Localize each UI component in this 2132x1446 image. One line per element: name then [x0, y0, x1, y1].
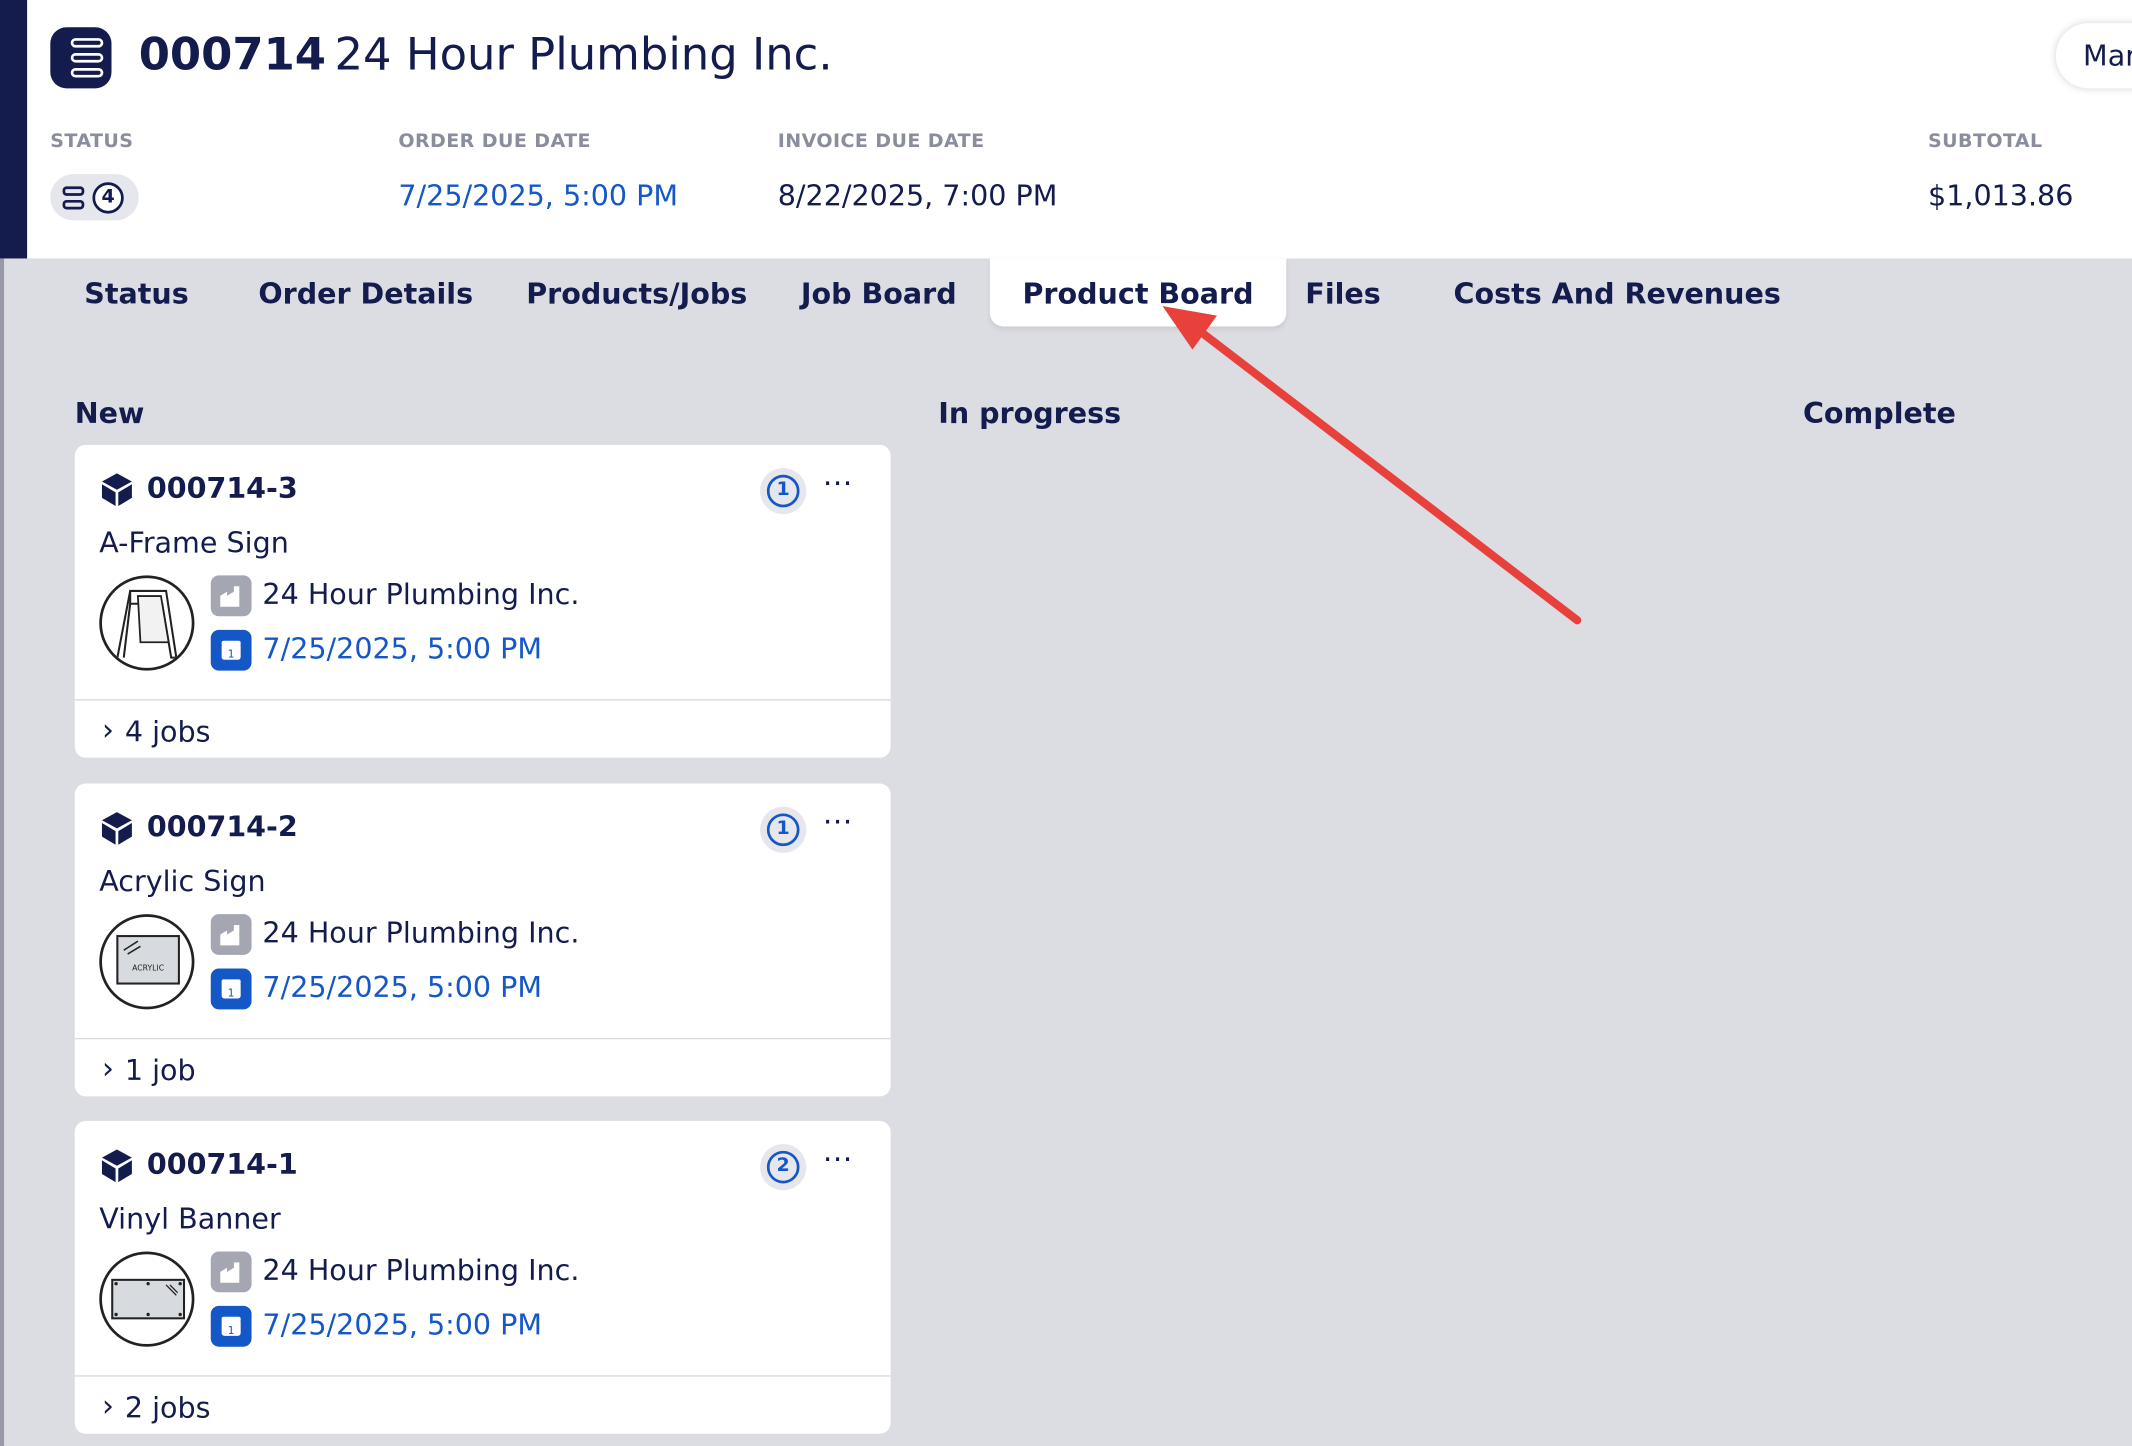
- annotation-arrow: [1162, 306, 1582, 625]
- app-frame: 000714 24 Hour Plumbing Inc. Mar STATUS …: [0, 0, 2132, 1446]
